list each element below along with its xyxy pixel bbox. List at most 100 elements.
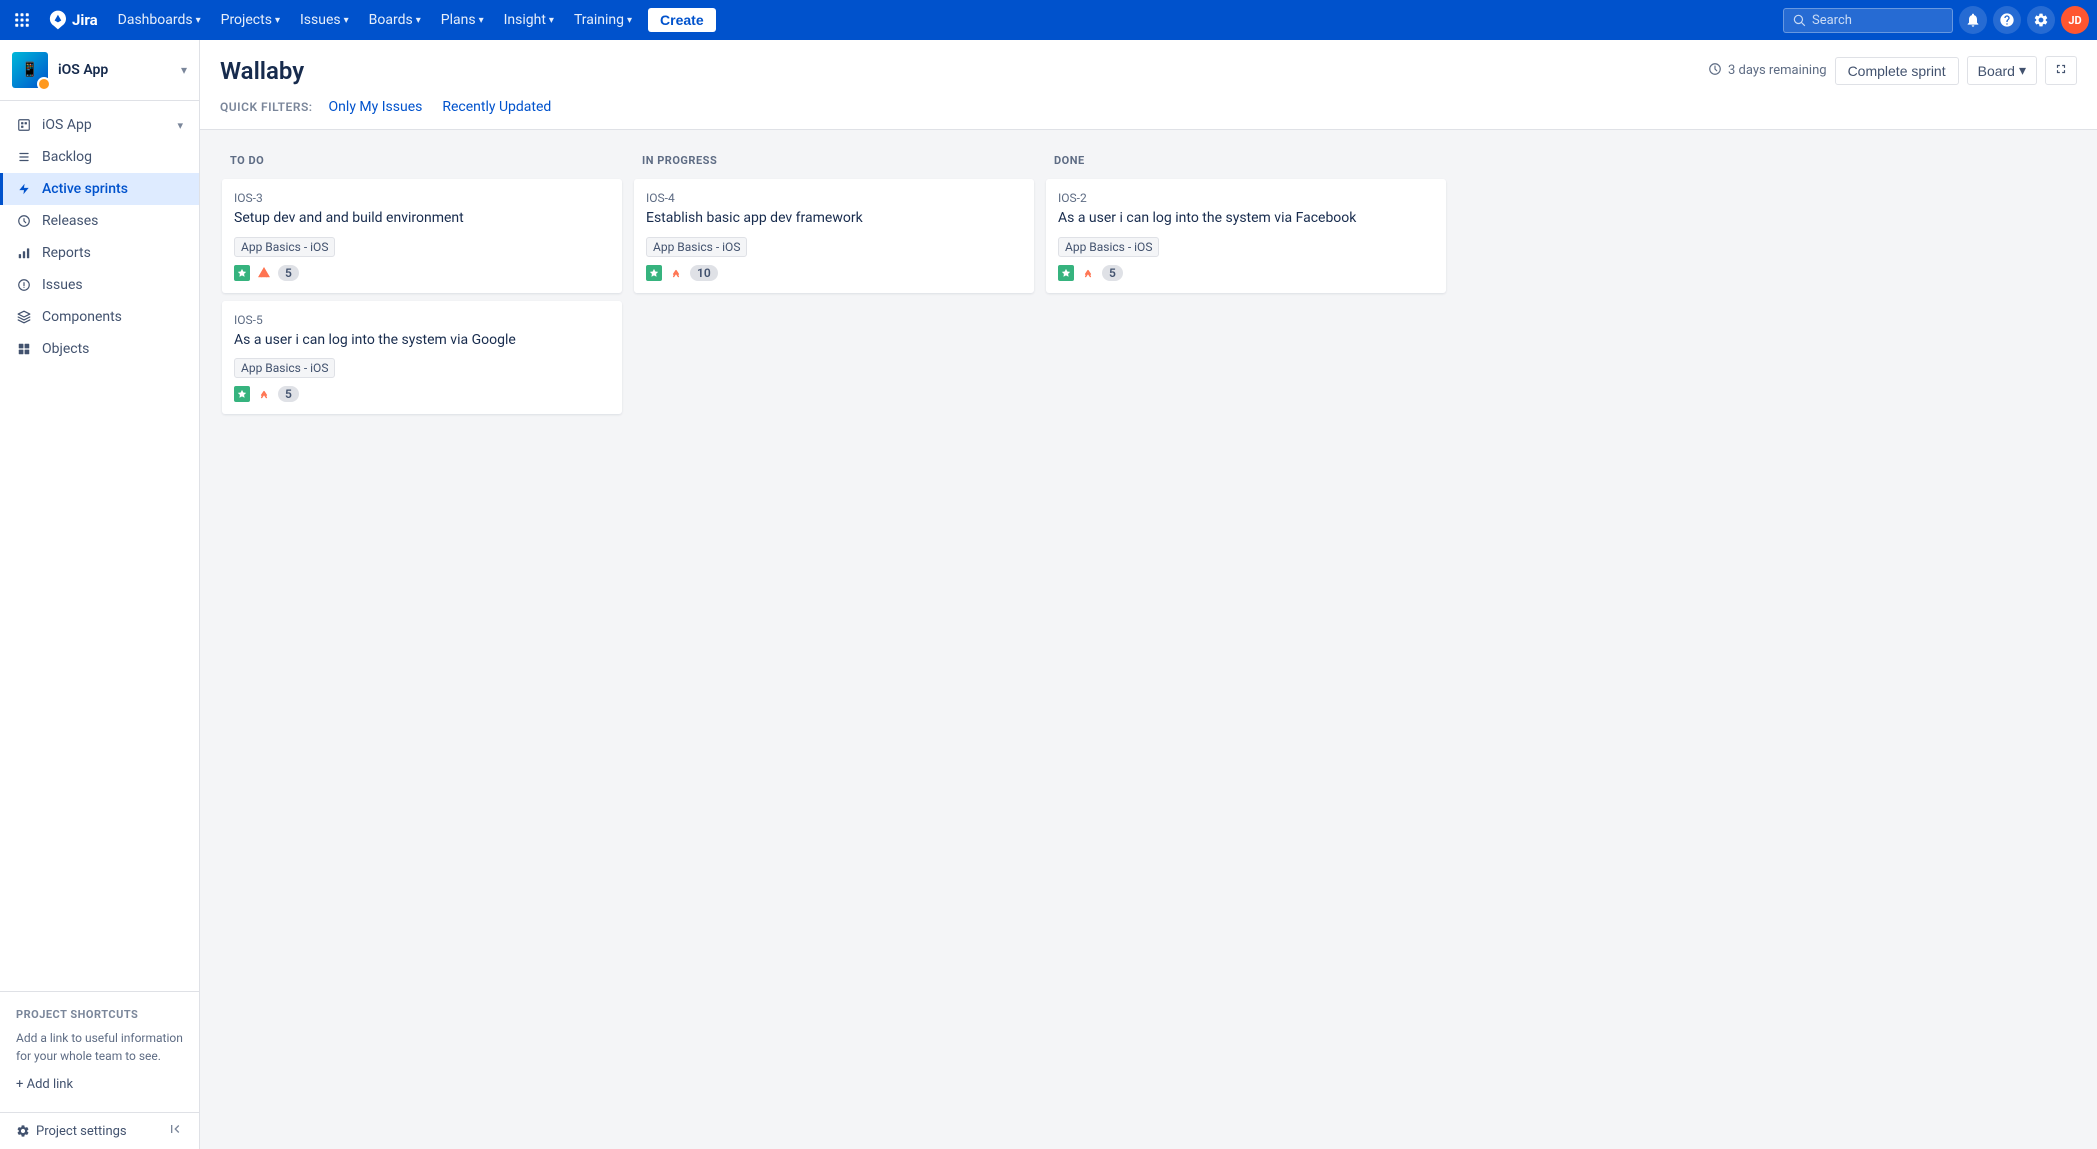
notifications-button[interactable]	[1959, 6, 1987, 34]
nav-boards[interactable]: Boards ▾	[361, 8, 429, 32]
sprint-icon	[16, 181, 32, 197]
card-ios-4-id: IOS-4	[646, 191, 1022, 205]
project-shortcuts-section: PROJECT SHORTCUTS Add a link to useful i…	[0, 991, 199, 1112]
training-chevron-icon: ▾	[627, 15, 632, 26]
card-ios-5[interactable]: IOS-5 As a user i can log into the syste…	[222, 301, 622, 415]
board-title: Wallaby	[220, 57, 304, 85]
card-ios-2-id: IOS-2	[1058, 191, 1434, 205]
card-ios-2-footer: 5	[1058, 265, 1434, 281]
story-type-icon-4	[646, 265, 662, 281]
priority-high-icon-2	[1080, 265, 1096, 281]
app-container: 📱 iOS App ▾ iOS App ▾	[0, 40, 2097, 1149]
sidebar-label-components: Components	[42, 309, 122, 325]
sidebar-item-reports[interactable]: Reports	[0, 237, 199, 269]
issues-chevron-icon: ▾	[344, 15, 349, 26]
user-avatar[interactable]: JD	[2061, 6, 2089, 34]
search-box[interactable]: Search	[1783, 8, 1953, 33]
card-ios-3-footer: 5	[234, 265, 610, 281]
story-type-icon	[234, 265, 250, 281]
card-ios-4-footer: 10	[646, 265, 1022, 281]
column-done-header: DONE	[1046, 146, 1446, 179]
card-ios-4[interactable]: IOS-4 Establish basic app dev framework …	[634, 179, 1034, 293]
ios-app-chevron-icon: ▾	[177, 119, 183, 132]
card-ios-3[interactable]: IOS-3 Setup dev and and build environmen…	[222, 179, 622, 293]
settings-button[interactable]	[2027, 6, 2055, 34]
nav-training[interactable]: Training ▾	[566, 8, 640, 32]
nav-dashboards[interactable]: Dashboards ▾	[110, 8, 209, 32]
sidebar-label-issues: Issues	[42, 277, 83, 293]
priority-high-icon-5	[256, 386, 272, 402]
sidebar-label-backlog: Backlog	[42, 149, 92, 165]
project-title: iOS App	[58, 62, 108, 78]
time-remaining: 3 days remaining	[1708, 62, 1827, 80]
project-icon	[16, 117, 32, 133]
quick-filters-label: QUICK FILTERS:	[220, 100, 313, 114]
issues-icon	[16, 277, 32, 293]
quick-filters: QUICK FILTERS: Only My Issues Recently U…	[220, 97, 2077, 129]
objects-icon	[16, 341, 32, 357]
create-button[interactable]: Create	[648, 8, 716, 32]
report-icon	[16, 245, 32, 261]
release-icon	[16, 213, 32, 229]
story-type-icon-5	[234, 386, 250, 402]
board-header: Wallaby 3 days remaining Complete sprint	[200, 40, 2097, 130]
board-title-row: Wallaby 3 days remaining Complete sprint	[220, 56, 2077, 85]
filter-my-issues[interactable]: Only My Issues	[325, 97, 427, 117]
column-inprogress-header: IN PROGRESS	[634, 146, 1034, 179]
card-ios-4-points: 10	[690, 265, 718, 281]
sidebar-item-issues[interactable]: Issues	[0, 269, 199, 301]
sidebar-item-ios-app[interactable]: iOS App ▾	[0, 109, 199, 141]
project-avatar: 📱	[12, 52, 48, 88]
jira-logo-text: Jira	[72, 11, 98, 29]
filter-recently-updated[interactable]: Recently Updated	[438, 97, 555, 117]
dashboards-chevron-icon: ▾	[196, 15, 201, 26]
column-done-cards: IOS-2 As a user i can log into the syste…	[1046, 179, 1446, 1133]
project-settings-label: Project settings	[36, 1124, 127, 1139]
nav-plans[interactable]: Plans ▾	[433, 8, 492, 32]
column-inprogress: IN PROGRESS IOS-4 Establish basic app de…	[634, 146, 1034, 1133]
sidebar-label-active-sprints: Active sprints	[42, 181, 128, 197]
top-navigation: Jira Dashboards ▾ Projects ▾ Issues ▾ Bo…	[0, 0, 2097, 40]
sidebar-item-backlog[interactable]: Backlog	[0, 141, 199, 173]
column-todo-header: TO DO	[222, 146, 622, 179]
apps-grid-icon[interactable]	[8, 6, 36, 34]
sidebar-item-releases[interactable]: Releases	[0, 205, 199, 237]
nav-issues[interactable]: Issues ▾	[292, 8, 357, 32]
nav-insight[interactable]: Insight ▾	[496, 8, 562, 32]
priority-high-icon-4	[668, 265, 684, 281]
card-ios-5-footer: 5	[234, 386, 610, 402]
card-ios-2[interactable]: IOS-2 As a user i can log into the syste…	[1046, 179, 1446, 293]
priority-high-icon	[256, 265, 272, 281]
card-ios-4-title: Establish basic app dev framework	[646, 209, 1022, 229]
card-ios-2-title: As a user i can log into the system via …	[1058, 209, 1434, 229]
insight-chevron-icon: ▾	[549, 15, 554, 26]
jira-logo[interactable]: Jira	[40, 10, 106, 30]
plans-chevron-icon: ▾	[479, 15, 484, 26]
add-link-button[interactable]: + Add link	[16, 1073, 183, 1096]
shortcuts-title: PROJECT SHORTCUTS	[16, 1008, 183, 1021]
sidebar-label-releases: Releases	[42, 213, 98, 229]
nav-projects[interactable]: Projects ▾	[213, 8, 288, 32]
board-dropdown-button[interactable]: Board ▾	[1967, 56, 2037, 85]
projects-chevron-icon: ▾	[275, 15, 280, 26]
shortcuts-description: Add a link to useful information for you…	[16, 1029, 183, 1065]
card-ios-5-title: As a user i can log into the system via …	[234, 331, 610, 351]
board-header-actions: 3 days remaining Complete sprint Board ▾	[1708, 56, 2077, 85]
sidebar-project-header[interactable]: 📱 iOS App ▾	[0, 40, 199, 101]
help-button[interactable]	[1993, 6, 2021, 34]
story-type-icon-2	[1058, 265, 1074, 281]
project-chevron-icon: ▾	[181, 63, 187, 77]
card-ios-5-points: 5	[278, 386, 299, 402]
column-todo-cards: IOS-3 Setup dev and and build environmen…	[222, 179, 622, 1133]
sidebar-item-components[interactable]: Components	[0, 301, 199, 333]
complete-sprint-button[interactable]: Complete sprint	[1835, 57, 1959, 85]
sidebar-item-objects[interactable]: Objects	[0, 333, 199, 365]
sidebar-item-active-sprints[interactable]: Active sprints	[0, 173, 199, 205]
project-settings-link[interactable]: Project settings	[16, 1124, 127, 1139]
collapse-sidebar-button[interactable]	[167, 1121, 183, 1141]
boards-chevron-icon: ▾	[416, 15, 421, 26]
backlog-icon	[16, 149, 32, 165]
sidebar: 📱 iOS App ▾ iOS App ▾	[0, 40, 200, 1149]
fullscreen-button[interactable]	[2045, 56, 2077, 85]
column-inprogress-cards: IOS-4 Establish basic app dev framework …	[634, 179, 1034, 1133]
